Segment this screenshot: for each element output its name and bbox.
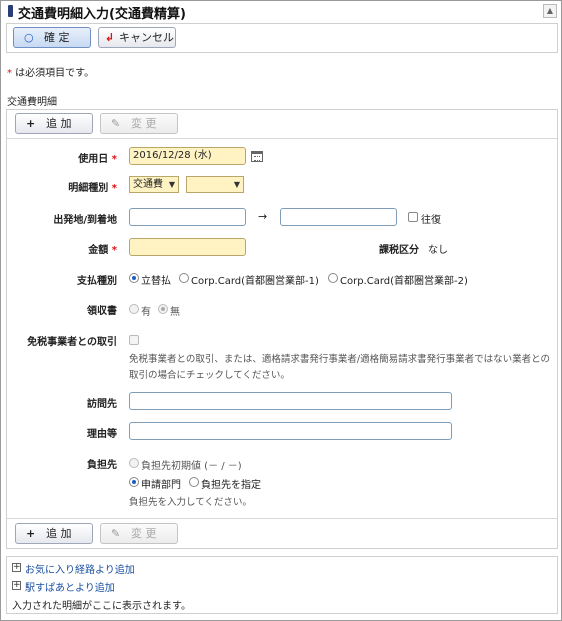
empty-details-message: 入力された明細がここに表示されます。 <box>12 601 191 612</box>
expand-plus-icon[interactable]: + <box>12 581 21 590</box>
usage-date-input[interactable]: 2016/12/28 (水) <box>129 147 246 165</box>
receipt-option-no: 無 <box>170 307 180 318</box>
receipt-radio-no[interactable] <box>158 304 168 314</box>
amount-input[interactable] <box>129 238 246 256</box>
amount-label: 金額 * <box>88 245 117 256</box>
add-button-bottom[interactable]: + 追 加 <box>15 523 93 544</box>
plus-icon: + <box>26 527 36 540</box>
burden-radio-dept[interactable] <box>129 477 139 487</box>
expand-plus-icon[interactable]: + <box>12 563 21 572</box>
cancel-label: キャンセル <box>119 31 174 44</box>
toolbar-divider-bottom <box>7 518 557 519</box>
confirm-label: 確 定 <box>44 31 70 44</box>
plus-icon: + <box>26 117 36 130</box>
title-marker-icon <box>8 5 13 17</box>
receipt-label: 領収書 <box>87 306 117 317</box>
return-arrow-icon: ↲ <box>105 31 115 44</box>
burden-option-dept: 申請部門 <box>141 480 181 491</box>
payment-option-corp-card-1: Corp.Card(首都圏営業部-1) <box>191 276 319 287</box>
title-bar: 交通費明細入力(交通費精算) ▲ <box>2 2 560 22</box>
cancel-button[interactable]: ↲ キャンセル <box>98 27 176 48</box>
toolbar-divider <box>7 138 557 139</box>
section-label: 交通費明細 <box>7 97 57 108</box>
favorite-route-link[interactable]: お気に入り経路より追加 <box>25 561 135 576</box>
tax-category-value: なし <box>428 245 448 256</box>
change-button-bottom[interactable]: ✎ 変 更 <box>100 523 178 544</box>
change-button-top[interactable]: ✎ 変 更 <box>100 113 178 134</box>
ekispert-link[interactable]: 駅すぱあとより追加 <box>25 579 115 594</box>
confirm-button[interactable]: ○ 確 定 <box>13 27 91 48</box>
tax-exempt-help-2: 取引の場合にチェックしてください。 <box>129 370 290 381</box>
arrival-input[interactable] <box>280 208 397 226</box>
scroll-up-icon[interactable]: ▲ <box>543 4 557 18</box>
required-note: * は必須項目です。 <box>7 64 94 79</box>
tax-exempt-label: 免税事業者との取引 <box>27 337 117 348</box>
detail-type-select[interactable]: 交通費 ▼ <box>129 176 179 193</box>
roundtrip-label: 往復 <box>421 215 441 226</box>
payment-radio-corp-card-1[interactable] <box>179 273 189 283</box>
burden-option-specify: 負担先を指定 <box>201 480 261 491</box>
departure-input[interactable] <box>129 208 246 226</box>
chevron-down-icon: ▼ <box>233 180 240 189</box>
route-label: 出発地/到着地 <box>53 215 117 226</box>
page-title: 交通費明細入力(交通費精算) <box>18 7 186 22</box>
payment-radio-corp-card-2[interactable] <box>328 273 338 283</box>
usage-date-label: 使用日 * <box>78 154 117 165</box>
burden-help: 負担先を入力してください。 <box>129 497 252 508</box>
circle-icon: ○ <box>24 31 34 44</box>
required-note-text: は必須項目です。 <box>12 68 95 79</box>
tax-exempt-checkbox[interactable] <box>129 335 139 345</box>
payment-option-advance: 立替払 <box>141 276 171 287</box>
burden-label: 負担先 <box>87 460 117 471</box>
detail-panel: + 追 加 ✎ 変 更 使用日 * 2016/12/28 (水) 明細種別 * … <box>6 109 558 549</box>
add-label: 追 加 <box>46 527 72 540</box>
calendar-icon[interactable] <box>251 151 263 162</box>
added-details-panel: + お気に入り経路より追加 + 駅すぱあとより追加 入力された明細がここに表示さ… <box>6 556 558 614</box>
pencil-icon: ✎ <box>111 527 121 540</box>
change-label: 変 更 <box>131 117 157 130</box>
detail-type-value: 交通費 <box>133 179 163 190</box>
payment-radio-advance[interactable] <box>129 273 139 283</box>
receipt-option-yes: 有 <box>141 307 151 318</box>
destination-label: 訪問先 <box>87 399 117 410</box>
detail-type-label: 明細種別 * <box>68 183 117 194</box>
burden-radio-initial[interactable] <box>129 458 139 468</box>
receipt-radio-yes[interactable] <box>129 304 139 314</box>
window-frame: 交通費明細入力(交通費精算) ▲ ○ 確 定 ↲ キャンセル * は必須項目です… <box>0 0 562 621</box>
route-arrow: → <box>258 210 268 223</box>
top-toolbar: ○ 確 定 ↲ キャンセル <box>6 23 558 53</box>
pencil-icon: ✎ <box>111 117 121 130</box>
chevron-down-icon: ▼ <box>168 180 175 189</box>
tax-exempt-help-1: 免税事業者との取引、または、適格請求書発行事業者/適格簡易請求書発行事業者ではな… <box>129 354 551 365</box>
payment-type-label: 支払種別 <box>77 276 117 287</box>
add-label: 追 加 <box>46 117 72 130</box>
destination-input[interactable] <box>129 392 452 410</box>
tax-category-label: 課税区分 <box>379 245 419 256</box>
roundtrip-checkbox[interactable] <box>408 212 418 222</box>
payment-option-corp-card-2: Corp.Card(首都圏営業部-2) <box>340 276 468 287</box>
change-label: 変 更 <box>131 527 157 540</box>
add-button-top[interactable]: + 追 加 <box>15 113 93 134</box>
reason-label: 理由等 <box>87 429 117 440</box>
detail-subtype-select[interactable]: ▼ <box>186 176 244 193</box>
reason-input[interactable] <box>129 422 452 440</box>
burden-radio-specify[interactable] <box>189 477 199 487</box>
burden-option-initial: 負担先初期値 (－ / －) <box>141 461 242 472</box>
